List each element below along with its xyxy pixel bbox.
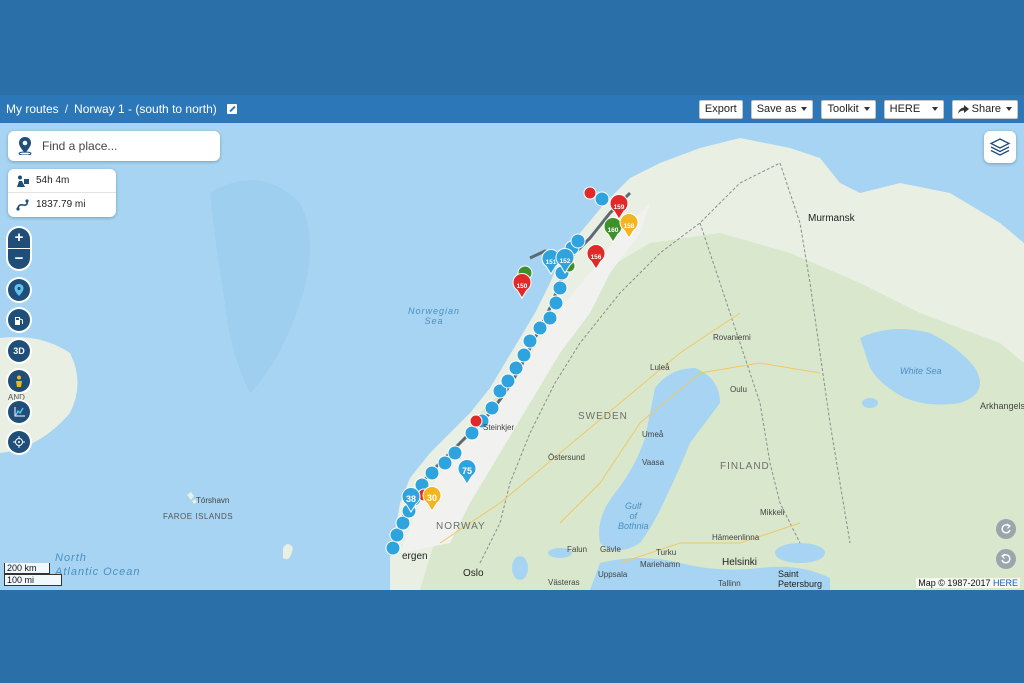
marker-label: 156 (591, 254, 602, 261)
caret-down-icon (863, 107, 870, 111)
crosshair-icon (13, 436, 25, 448)
elevation-profile-button[interactable] (8, 401, 30, 423)
marker-label: 158 (624, 223, 635, 230)
share-icon (957, 104, 969, 114)
export-label: Export (704, 102, 737, 115)
route-stop-marker[interactable]: 75 (457, 459, 477, 485)
export-button[interactable]: Export (698, 99, 743, 119)
route-stop-marker[interactable]: 160 (603, 217, 623, 243)
caret-down-icon (1006, 107, 1012, 111)
add-waypoint-button[interactable] (8, 279, 30, 301)
map-pin-icon (14, 284, 24, 296)
caret-down-icon (801, 107, 808, 111)
route-stop-marker[interactable]: 156 (586, 244, 606, 270)
layers-button[interactable] (984, 131, 1016, 163)
route-stop-marker[interactable]: 152 (555, 248, 575, 274)
save-as-label: Save as (756, 102, 797, 115)
redo-button[interactable] (996, 519, 1016, 539)
map-canvas[interactable]: 159 160 158 156 151 152 150 75 38 30 Norwegian Se… (0, 123, 1024, 590)
search-input[interactable] (40, 138, 204, 154)
3d-label: 3D (13, 346, 25, 356)
scale-metric: 200 km (4, 563, 50, 574)
top-bar: My routes / Norway 1 - (south to north) … (0, 95, 1024, 123)
breadcrumb-my-routes[interactable]: My routes (6, 102, 59, 116)
zoom-out-button[interactable]: − (8, 248, 30, 269)
pegman-icon (16, 375, 22, 387)
route-stop-marker[interactable]: 38 (401, 487, 421, 513)
3d-view-button[interactable]: 3D (8, 340, 30, 362)
marker-label: 30 (427, 493, 437, 503)
route-distance-icon (16, 198, 29, 211)
map-scale: 200 km 100 mi (4, 563, 62, 586)
attribution-text: Map © 1987-2017 (918, 578, 991, 588)
map-provider-select[interactable]: HERE (883, 99, 944, 119)
map-attribution: Map © 1987-2017 HERE (916, 578, 1020, 588)
zoom-control: + − (8, 228, 30, 269)
traveler-icon (17, 175, 29, 187)
breadcrumb: My routes / Norway 1 - (south to north) (0, 102, 237, 116)
route-distance: 1837.79 mi (36, 199, 86, 210)
fuel-pump-icon (15, 316, 23, 325)
save-as-button[interactable]: Save as (750, 99, 814, 119)
share-button[interactable]: Share (951, 99, 1018, 119)
toolbar: Export Save as Toolkit HERE Share (698, 99, 1024, 119)
marker-label: 75 (462, 466, 472, 476)
route-duration: 54h 4m (36, 175, 70, 186)
locate-me-button[interactable] (8, 431, 30, 453)
toolkit-button[interactable]: Toolkit (821, 99, 876, 119)
fuel-button[interactable] (8, 309, 30, 331)
edit-icon[interactable] (226, 104, 237, 114)
route-stop-marker[interactable]: 150 (512, 273, 532, 299)
redo-icon (1001, 523, 1011, 534)
undo-icon (1001, 553, 1011, 564)
route-stats-panel: 54h 4m 1837.79 mi (8, 169, 116, 217)
street-view-button[interactable] (8, 370, 30, 392)
marker-label: 151 (546, 259, 557, 266)
marker-label: 38 (406, 494, 416, 504)
breadcrumb-separator: / (64, 102, 69, 116)
duration-row: 54h 4m (8, 169, 116, 192)
undo-button[interactable] (996, 549, 1016, 569)
layers-icon (989, 138, 1011, 156)
distance-row: 1837.79 mi (8, 192, 116, 216)
chart-icon (14, 407, 25, 417)
share-label: Share (971, 102, 1001, 115)
marker-label: 160 (608, 227, 619, 234)
route-title: Norway 1 - (south to north) (74, 102, 217, 116)
route-stop-marker[interactable]: 158 (619, 213, 639, 239)
marker-label: 150 (517, 283, 528, 290)
route-stop-marker[interactable]: 30 (422, 486, 442, 512)
labeled-marker-layer: 159 160 158 156 151 152 150 75 38 30 (401, 194, 639, 513)
marker-label: 152 (560, 258, 571, 265)
map-provider-value: HERE (889, 102, 921, 115)
route-planner-app: My routes / Norway 1 - (south to north) … (0, 95, 1024, 590)
place-search (8, 131, 220, 161)
location-pin-icon (18, 137, 32, 155)
toolkit-label: Toolkit (827, 102, 859, 115)
scale-imperial: 100 mi (4, 574, 62, 586)
caret-down-icon (931, 107, 938, 111)
attribution-link[interactable]: HERE (993, 578, 1018, 588)
zoom-in-button[interactable]: + (8, 228, 30, 248)
marker-label: 159 (614, 204, 625, 211)
